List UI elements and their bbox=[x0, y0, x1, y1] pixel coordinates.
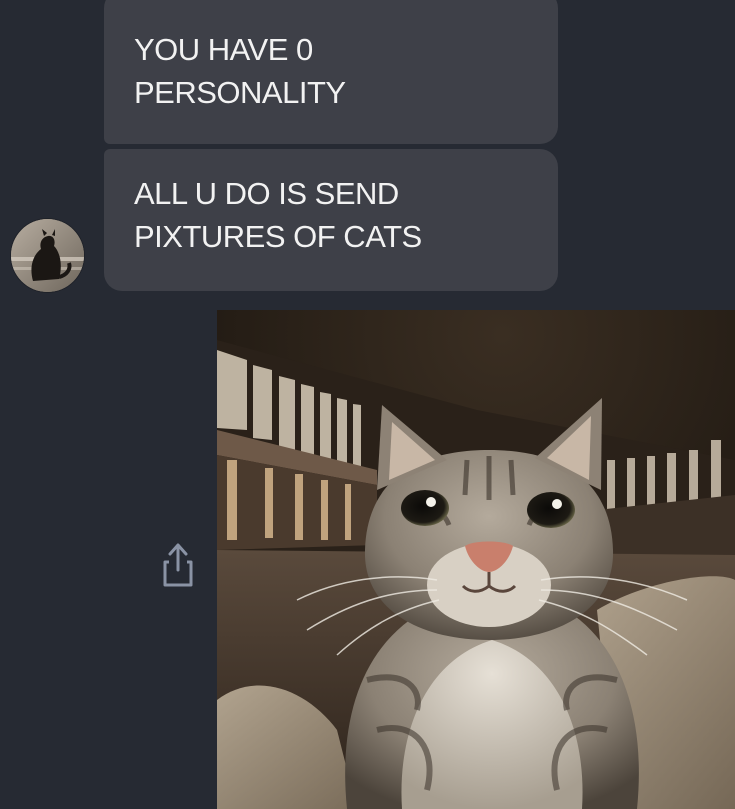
share-button[interactable] bbox=[158, 540, 198, 590]
message-text-line: YOU HAVE 0 bbox=[134, 32, 313, 67]
message-bubble[interactable]: YOU HAVE 0 PERSONALITY bbox=[104, 0, 558, 144]
chat-thread: YOU HAVE 0 PERSONALITY ALL U DO IS SEND … bbox=[0, 0, 735, 809]
cat-photo bbox=[217, 310, 735, 809]
avatar-image bbox=[11, 219, 84, 292]
share-icon bbox=[163, 543, 193, 587]
message-text-line: ALL U DO IS SEND bbox=[134, 176, 399, 211]
message-text-line: PIXTURES OF CATS bbox=[134, 219, 422, 254]
message-text-line: PERSONALITY bbox=[134, 75, 346, 110]
cat-photo-attachment[interactable] bbox=[217, 310, 735, 809]
contact-avatar[interactable] bbox=[11, 219, 84, 292]
message-bubble[interactable]: ALL U DO IS SEND PIXTURES OF CATS bbox=[104, 149, 558, 291]
